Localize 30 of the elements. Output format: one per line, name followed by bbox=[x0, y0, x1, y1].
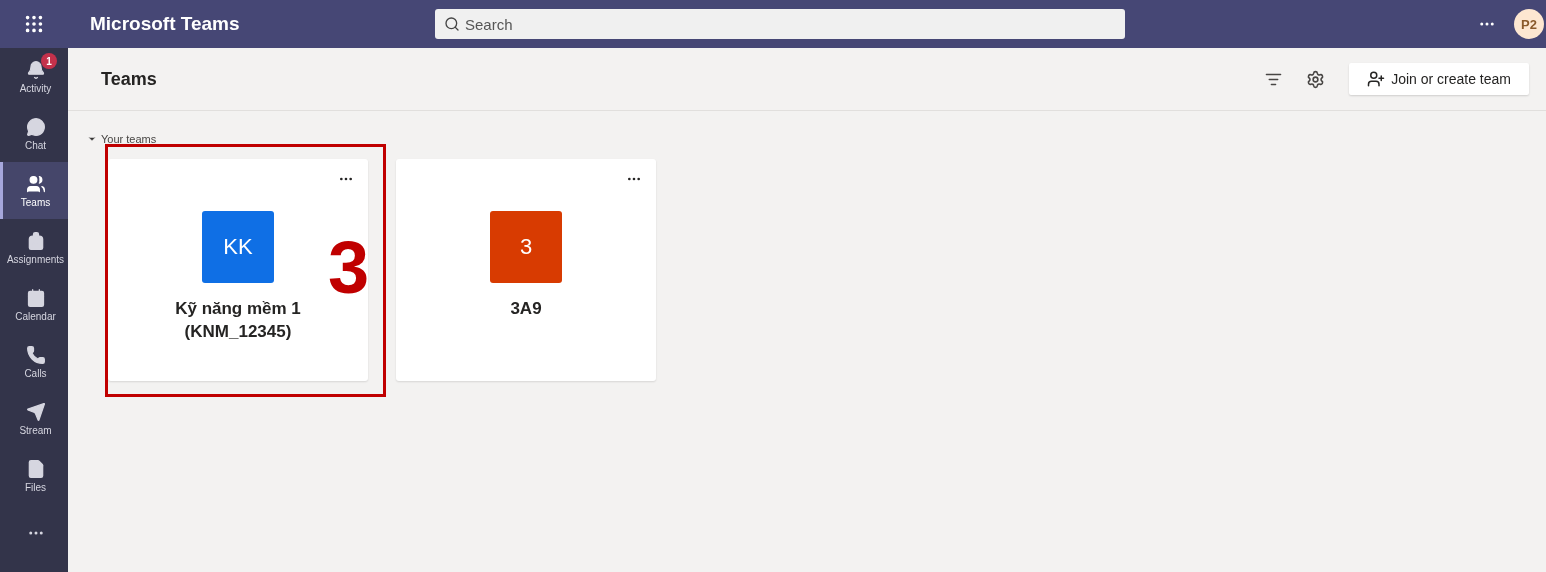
rail-item[interactable]: Activity 1 bbox=[0, 48, 68, 105]
rail-item[interactable]: Assignments bbox=[0, 219, 68, 276]
notification-badge: 1 bbox=[41, 53, 57, 69]
calendar-icon bbox=[25, 287, 46, 308]
rail-item[interactable]: Calls bbox=[0, 333, 68, 390]
settings-icon[interactable] bbox=[1306, 69, 1326, 89]
team-name: 3A9 bbox=[509, 298, 543, 320]
paper-plane-icon bbox=[25, 401, 46, 422]
bell-icon bbox=[25, 59, 46, 80]
rail-item[interactable]: Files bbox=[0, 447, 68, 504]
add-person-icon bbox=[1367, 70, 1386, 88]
team-name: Kỹ năng mềm 1 (KNM_12345) bbox=[174, 298, 302, 343]
team-card[interactable]: 3 3A9 bbox=[396, 159, 656, 381]
app-title: Microsoft Teams bbox=[90, 13, 241, 35]
chat-bubble-icon bbox=[25, 116, 46, 137]
rail-item[interactable]: Calendar bbox=[0, 276, 68, 333]
rail-item[interactable]: Chat bbox=[0, 105, 68, 162]
phone-icon bbox=[25, 344, 46, 365]
team-avatar: KK bbox=[202, 211, 274, 283]
avatar[interactable]: P2 bbox=[1514, 9, 1544, 39]
rail-item[interactable]: Teams bbox=[0, 162, 68, 219]
join-or-create-team-button[interactable]: Join or create team bbox=[1349, 63, 1529, 95]
your-teams-toggle[interactable]: Your teams bbox=[87, 133, 157, 145]
page-title: Teams bbox=[101, 68, 157, 90]
rail-item[interactable]: Stream bbox=[0, 390, 68, 447]
people-icon bbox=[25, 173, 46, 194]
search-field[interactable]: Search bbox=[435, 9, 1125, 39]
caret-icon bbox=[87, 134, 97, 144]
step-number: 3 bbox=[328, 231, 370, 305]
team-avatar: 3 bbox=[490, 211, 562, 283]
